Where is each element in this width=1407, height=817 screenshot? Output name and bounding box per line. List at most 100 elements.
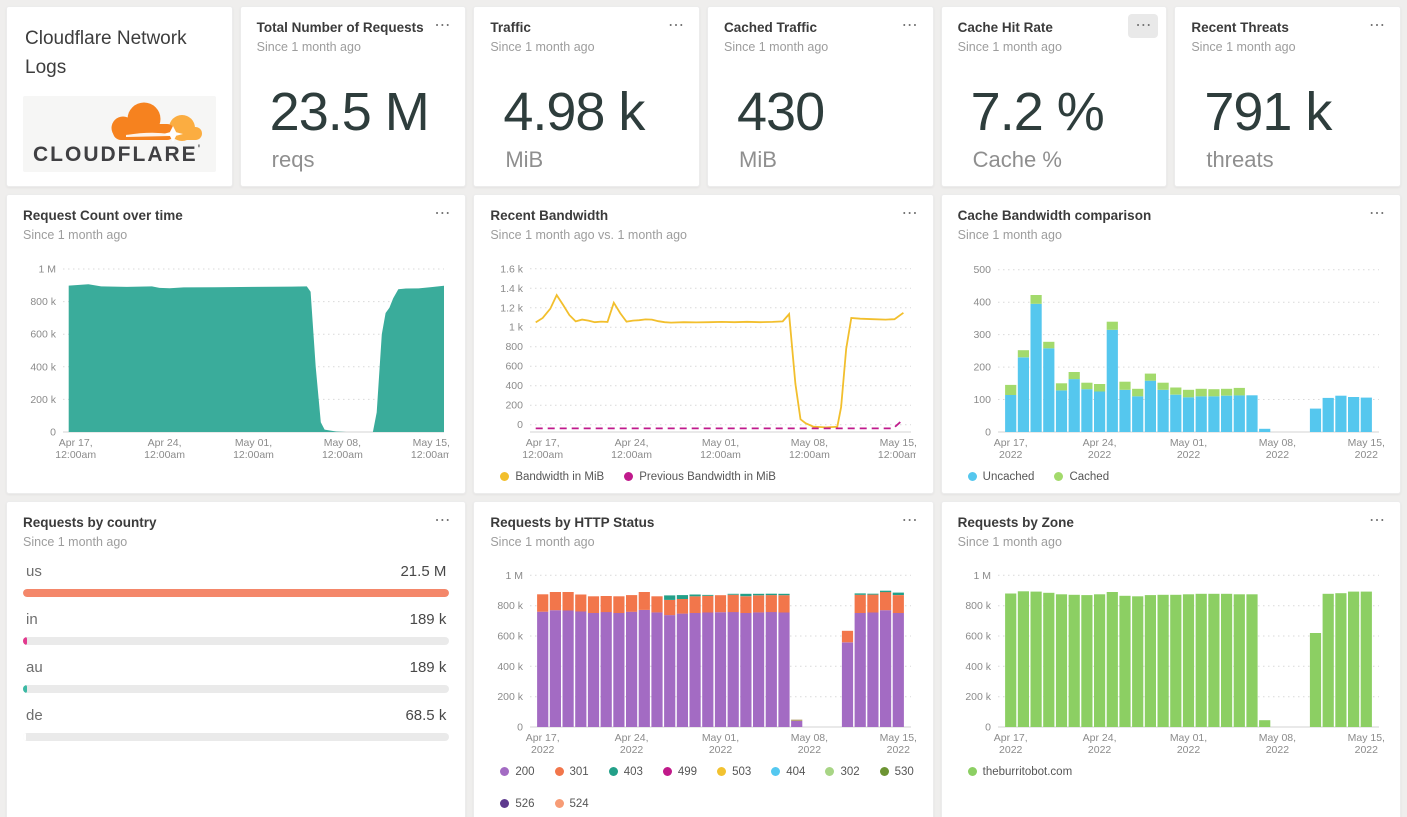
legend-item[interactable]: 526 [500, 798, 535, 810]
stat-panel-traffic: Traffic Since 1 month ago ⋯ 4.98 k MiB [473, 6, 700, 187]
country-row: us 21.5 M [23, 562, 450, 597]
legend-dot-icon [717, 767, 727, 777]
legend-item[interactable]: Cached [1054, 471, 1109, 483]
svg-text:Apr 17,: Apr 17, [993, 437, 1027, 449]
bandwidth-line-chart[interactable]: 0 200 400 600 800 1 k 1.2 k 1.4 k 1.6 k Apr 17, 12… [490, 252, 920, 464]
svg-text:100: 100 [973, 394, 991, 406]
legend-item[interactable]: 499 [662, 766, 697, 778]
panel-menu-icon[interactable]: ⋯ [1362, 202, 1392, 226]
panel-menu-icon[interactable]: ⋯ [427, 14, 457, 38]
legend-dot-icon [624, 472, 634, 482]
svg-text:200: 200 [506, 399, 524, 411]
http-status-bar-chart[interactable]: 0 200 k 400 k 600 k 800 k1 M Apr 17, 2022 Apr 2… [490, 559, 918, 759]
country-value: 21.5 M [400, 562, 447, 580]
stat-value: 4.98 k [503, 81, 645, 142]
svg-text:400: 400 [973, 296, 991, 308]
country-bar-track [23, 684, 450, 693]
svg-text:12:00am: 12:00am [322, 449, 363, 461]
svg-text:400 k: 400 k [30, 361, 56, 373]
stat-value: 23.5 M [269, 81, 430, 142]
cloudflare-cloud-icon [111, 102, 202, 142]
stat-value: 430 [737, 81, 825, 142]
chart-panel-cache-bandwidth: Cache Bandwidth comparison Since 1 month… [940, 193, 1401, 494]
svg-text:0: 0 [517, 419, 523, 431]
legend-item[interactable]: 403 [608, 766, 643, 778]
svg-text:0: 0 [50, 426, 56, 438]
svg-text:1.6 k: 1.6 k [501, 263, 525, 275]
request-count-area-chart[interactable]: 0 200 k 400 k 600 k 800 k1 M Apr 17, 12:00am Ap… [23, 252, 452, 464]
legend-dot-icon [771, 767, 781, 777]
panel-subtitle: Since 1 month ago [23, 534, 128, 549]
http-status-legend: 200 301 403 499 503 404 302 530 526 524 [500, 766, 916, 810]
svg-text:Apr 17,: Apr 17, [526, 732, 560, 744]
svg-text:12:00am: 12:00am [878, 449, 916, 461]
country-bar-fill [23, 684, 28, 693]
svg-text:May 01,: May 01, [702, 732, 739, 744]
chart-panel-requests-by-country: Requests by country Since 1 month ago ⋯ … [6, 500, 467, 817]
legend-label: Cached [1069, 470, 1110, 483]
panel-menu-icon[interactable]: ⋯ [427, 509, 457, 533]
svg-text:2022: 2022 [1265, 449, 1289, 461]
stat-unit: threats [1206, 146, 1274, 172]
panel-menu-icon[interactable]: ⋯ [895, 509, 925, 533]
cache-bandwidth-bar-chart[interactable]: 0 100 200 300 400 500 Apr 17, 2022 Apr 24, 2022 Ma… [958, 252, 1385, 464]
svg-text:1.4 k: 1.4 k [501, 283, 525, 295]
panel-subtitle: Since 1 month ago [23, 227, 128, 242]
panel-menu-icon[interactable]: ⋯ [1362, 14, 1392, 38]
legend-item[interactable]: 302 [825, 766, 860, 778]
svg-text:2022: 2022 [620, 744, 644, 756]
legend-item[interactable]: 200 [500, 766, 535, 778]
stat-value: 7.2 % [970, 81, 1105, 142]
svg-text:12:00am: 12:00am [789, 449, 830, 461]
legend-item[interactable]: 503 [717, 766, 751, 778]
country-bar-list: us 21.5 M in 189 k au 189 k de 68.5 k [23, 562, 450, 741]
panel-title: Cached Traffic [724, 20, 818, 35]
panel-subtitle: Since 1 month ago [957, 227, 1062, 242]
zone-bar-chart[interactable]: 0 200 k 400 k 600 k 800 k1 M Apr 17, 2022 Apr 2… [958, 559, 1385, 759]
country-value: 189 k [409, 658, 447, 676]
country-bar-track [23, 732, 450, 741]
panel-menu-icon[interactable]: ⋯ [895, 202, 925, 226]
country-row: au 189 k [23, 658, 450, 693]
svg-text:Apr 17,: Apr 17, [993, 732, 1027, 744]
legend-item[interactable]: Bandwidth in MiB [500, 471, 604, 483]
legend-item[interactable]: 301 [554, 766, 589, 778]
legend-dot-icon [608, 767, 618, 777]
svg-text:12:00am: 12:00am [144, 449, 185, 461]
country-label: de [26, 706, 43, 724]
legend-item[interactable]: 530 [879, 766, 914, 778]
legend-item[interactable]: 524 [554, 798, 589, 810]
legend-dot-icon [554, 767, 564, 777]
panel-menu-icon[interactable]: ⋯ [427, 202, 457, 226]
svg-text:Apr 24,: Apr 24, [615, 732, 649, 744]
panel-menu-icon[interactable]: ⋯ [1362, 509, 1392, 533]
legend-dot-icon [554, 799, 564, 809]
svg-text:0: 0 [985, 426, 991, 438]
legend-item[interactable]: 404 [771, 766, 805, 778]
legend-label: 503 [732, 765, 752, 778]
panel-subtitle: Since 1 month ago [957, 534, 1062, 549]
country-bar-fill [23, 732, 26, 741]
svg-text:2022: 2022 [887, 744, 911, 756]
panel-subtitle: Since 1 month ago [256, 39, 361, 54]
country-label: au [26, 658, 43, 676]
panel-menu-icon[interactable]: ⋯ [895, 14, 925, 38]
panel-title: Request Count over time [23, 207, 183, 223]
panel-menu-icon[interactable]: ⋯ [1128, 14, 1159, 38]
svg-text:2022: 2022 [999, 744, 1023, 756]
panel-menu-icon[interactable]: ⋯ [661, 14, 691, 38]
svg-text:May 08,: May 08, [1258, 732, 1295, 744]
legend-item[interactable]: Uncached [967, 471, 1034, 483]
legend-dot-icon [825, 767, 835, 777]
legend-item[interactable]: theburritobot.com [967, 766, 1072, 778]
country-bar-fill [23, 588, 450, 597]
svg-text:300: 300 [973, 329, 991, 341]
svg-text:12:00am: 12:00am [700, 449, 741, 461]
legend-item[interactable]: Previous Bandwidth in MiB [624, 471, 776, 483]
panel-subtitle: Since 1 month ago [724, 39, 829, 54]
country-value: 189 k [409, 610, 447, 628]
legend-dot-icon [1054, 472, 1064, 482]
country-row: in 189 k [23, 610, 450, 645]
svg-text:2022: 2022 [1354, 744, 1378, 756]
svg-text:2022: 2022 [1088, 744, 1112, 756]
